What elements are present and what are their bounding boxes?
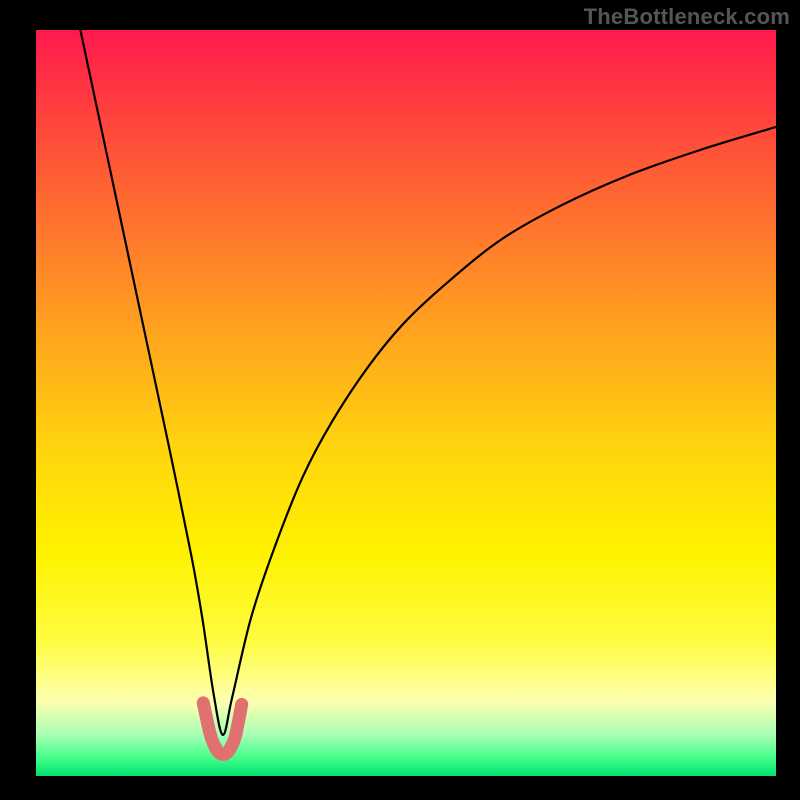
bottleneck-chart — [0, 0, 800, 800]
plot-background — [36, 30, 776, 776]
watermark-text: TheBottleneck.com — [584, 4, 790, 30]
chart-frame: TheBottleneck.com — [0, 0, 800, 800]
